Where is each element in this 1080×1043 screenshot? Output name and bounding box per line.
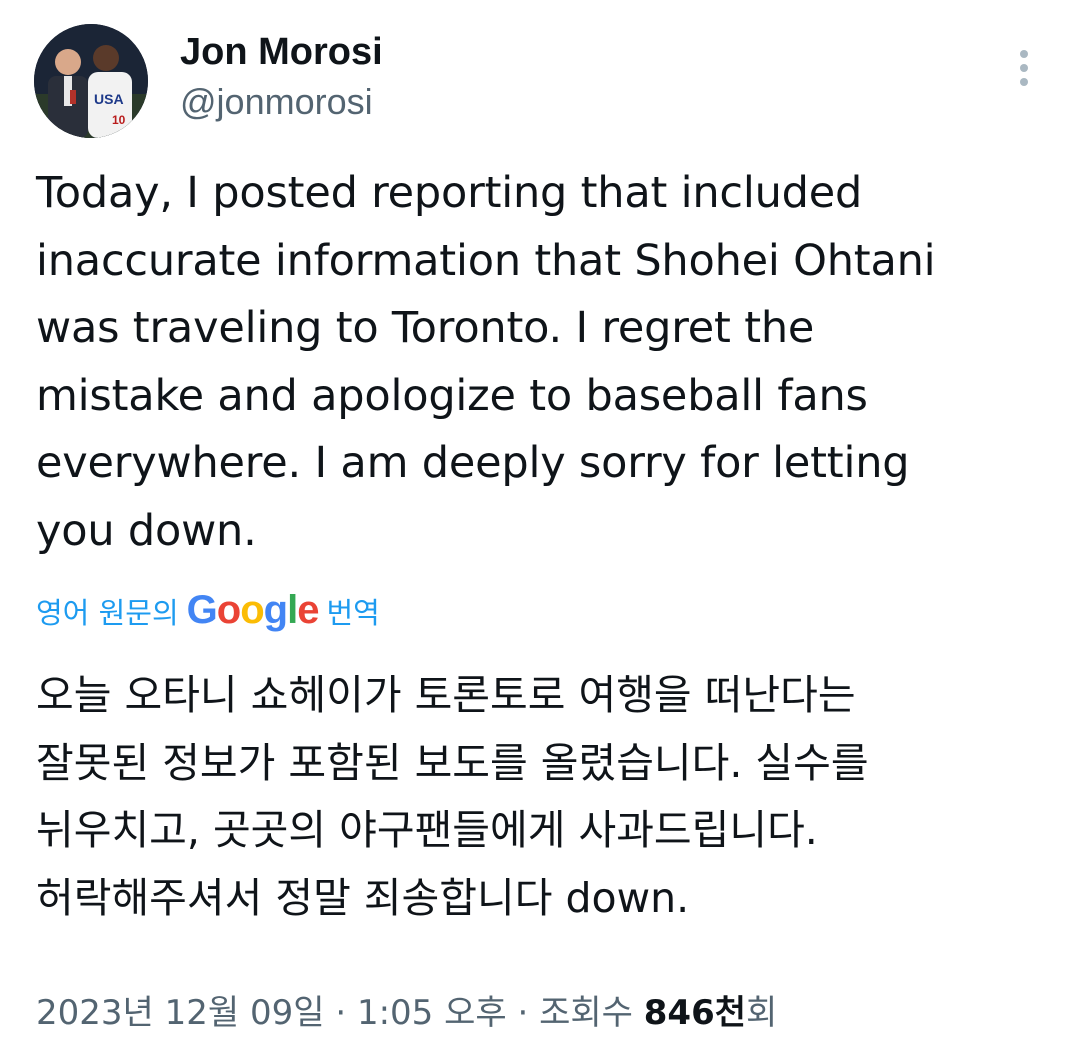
tweet-text: Today, I posted reporting that included … [36, 168, 936, 556]
more-vertical-icon [1020, 78, 1028, 86]
views-count: 846천 [643, 993, 747, 1033]
author-info[interactable]: Jon Morosi @jonmorosi [180, 28, 383, 126]
google-letter: o [216, 588, 241, 632]
translation-attribution[interactable]: 영어 원문의 Google 번역 [36, 588, 380, 635]
views-label: 조회수 [539, 993, 633, 1033]
author-handle[interactable]: @jonmorosi [180, 78, 383, 126]
meta-separator: · [335, 993, 347, 1033]
google-logo: Google [186, 588, 320, 632]
more-vertical-icon [1020, 64, 1028, 72]
avatar[interactable]: USA 10 [34, 24, 148, 138]
meta-separator: · [517, 993, 529, 1033]
translation-suffix: 번역 [326, 596, 380, 630]
google-letter: l [287, 588, 298, 632]
tweet-meta: 2023년 12월 09일 · 1:05 오후 · 조회수 846천회 [36, 990, 777, 1036]
translated-text: 오늘 오타니 쇼헤이가 토론토로 여행을 떠난다는 잘못된 정보가 포함된 보도… [36, 671, 869, 922]
google-letter: e [297, 588, 319, 632]
google-letter: G [186, 588, 218, 632]
svg-text:USA: USA [94, 91, 124, 107]
author-display-name[interactable]: Jon Morosi [180, 28, 383, 76]
tweet-time[interactable]: 1:05 오후 [357, 993, 507, 1033]
views-suffix: 회 [746, 993, 778, 1033]
svg-text:10: 10 [112, 113, 126, 127]
translation-prefix: 영어 원문의 [36, 596, 179, 630]
google-letter: o [240, 588, 264, 632]
google-letter: g [263, 588, 288, 632]
tweet-date[interactable]: 2023년 12월 09일 [36, 993, 325, 1033]
more-options-button[interactable] [1004, 44, 1044, 92]
more-vertical-icon [1020, 50, 1028, 58]
